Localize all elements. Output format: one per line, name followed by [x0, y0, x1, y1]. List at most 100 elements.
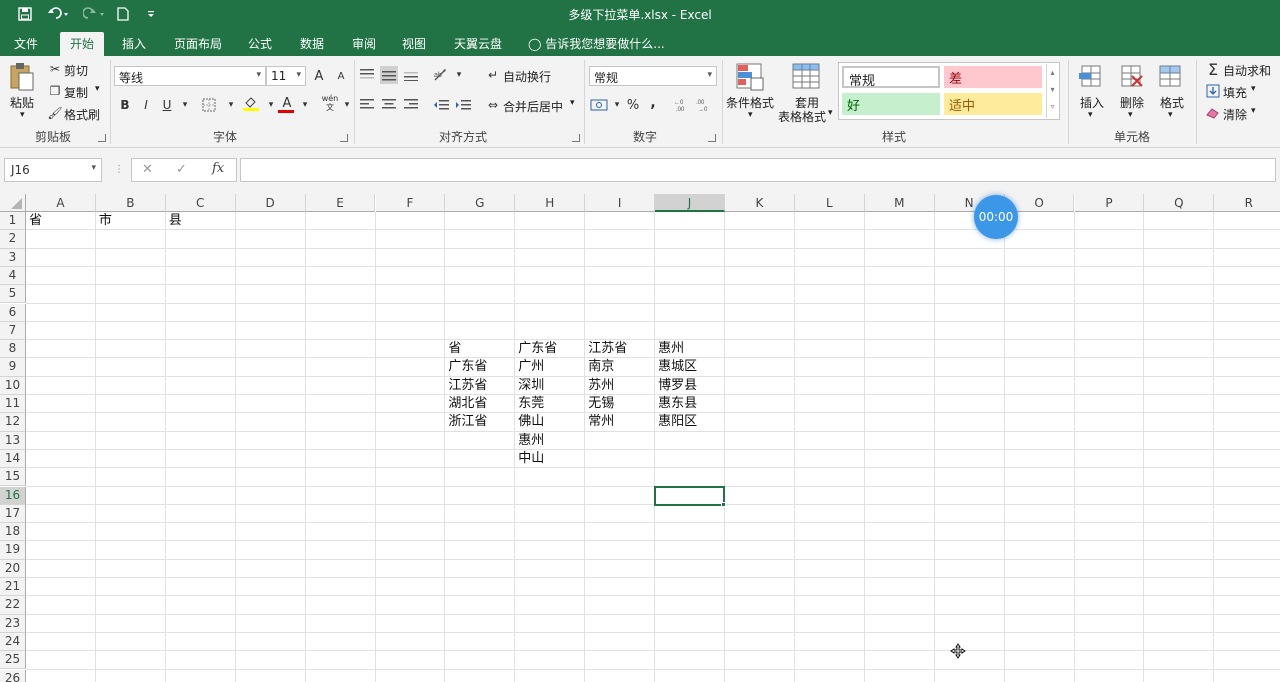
- orientation-dropdown-icon[interactable]: ▾: [450, 66, 468, 84]
- cell-h11[interactable]: 东莞: [515, 395, 585, 413]
- autosum-button[interactable]: 自动求和: [1223, 62, 1271, 79]
- tab-tianyi-cloud[interactable]: 天翼云盘: [444, 32, 512, 56]
- autosum-icon[interactable]: Σ: [1204, 60, 1222, 79]
- row-header-9[interactable]: 9: [0, 358, 26, 377]
- underline-button[interactable]: U: [158, 96, 176, 114]
- align-bottom-icon[interactable]: [402, 66, 420, 84]
- row-header-26[interactable]: 26: [0, 669, 26, 682]
- copy-dropdown-icon[interactable]: ▾: [95, 84, 100, 94]
- row-header-13[interactable]: 13: [0, 431, 26, 450]
- format-as-table-line2[interactable]: 表格格式: [778, 108, 826, 125]
- tab-view[interactable]: 视图: [392, 32, 436, 56]
- cell-g10[interactable]: 江苏省: [445, 377, 515, 395]
- format-dropdown-icon[interactable]: ▾: [1168, 110, 1173, 120]
- eraser-icon[interactable]: [1204, 104, 1222, 122]
- increase-decimal-icon[interactable]: ←0.00: [674, 96, 692, 114]
- tab-data[interactable]: 数据: [290, 32, 334, 56]
- recording-timer[interactable]: 00:00: [974, 195, 1018, 239]
- delete-cells-icon[interactable]: [1118, 62, 1146, 92]
- cell-h12[interactable]: 佛山: [515, 413, 585, 431]
- row-header-17[interactable]: 17: [0, 504, 26, 524]
- cut-button[interactable]: 剪切: [64, 62, 88, 79]
- fill-button[interactable]: 填充: [1223, 84, 1247, 101]
- row-header-16[interactable]: 16: [0, 486, 26, 505]
- row-header-22[interactable]: 22: [0, 596, 26, 615]
- column-header-c[interactable]: C: [165, 194, 236, 212]
- cell-j10[interactable]: 博罗县: [655, 377, 725, 395]
- font-launcher-icon[interactable]: [340, 134, 348, 142]
- align-middle-icon[interactable]: [380, 66, 398, 84]
- decrease-indent-icon[interactable]: [432, 96, 450, 114]
- cell-g8[interactable]: 省: [445, 340, 515, 358]
- cell-j12[interactable]: 惠阳区: [655, 413, 725, 431]
- shrink-font-icon[interactable]: A: [332, 67, 350, 85]
- font-color-dropdown-icon[interactable]: ▾: [296, 96, 314, 114]
- row-header-23[interactable]: 23: [0, 614, 26, 633]
- column-header-b[interactable]: B: [95, 194, 166, 212]
- insert-cells-button[interactable]: 插入: [1080, 94, 1104, 111]
- cell-h8[interactable]: 广东省: [515, 340, 585, 358]
- percent-button[interactable]: %: [624, 96, 642, 114]
- tab-home[interactable]: 开始: [60, 32, 105, 56]
- align-center-icon[interactable]: [380, 96, 398, 114]
- align-left-icon[interactable]: [358, 96, 376, 114]
- column-header-e[interactable]: E: [305, 194, 376, 212]
- row-header-2[interactable]: 2: [0, 230, 26, 249]
- cell-i12[interactable]: 常州: [585, 413, 655, 431]
- font-size-select[interactable]: 11 ▾: [266, 66, 306, 86]
- cell-h13[interactable]: 惠州: [515, 432, 585, 450]
- align-top-icon[interactable]: [358, 66, 376, 84]
- cell-i11[interactable]: 无锡: [585, 395, 655, 413]
- cell-i8[interactable]: 江苏省: [585, 340, 655, 358]
- italic-button[interactable]: I: [137, 96, 155, 114]
- conditional-format-dropdown-icon[interactable]: ▾: [748, 110, 753, 120]
- row-header-25[interactable]: 25: [0, 651, 26, 670]
- delete-dropdown-icon[interactable]: ▾: [1128, 110, 1133, 120]
- grow-font-icon[interactable]: A: [310, 67, 328, 85]
- fill-handle[interactable]: [721, 501, 726, 507]
- cell-g9[interactable]: 广东省: [445, 358, 515, 376]
- row-header-4[interactable]: 4: [0, 266, 26, 286]
- row-header-3[interactable]: 3: [0, 248, 26, 267]
- row-header-10[interactable]: 10: [0, 376, 26, 395]
- style-bad[interactable]: 差: [944, 66, 1042, 88]
- formula-input[interactable]: [240, 158, 1276, 182]
- font-name-select[interactable]: 等线 ▾: [114, 66, 266, 86]
- merge-center-icon[interactable]: ⇔: [484, 96, 502, 114]
- cell-j9[interactable]: 惠城区: [655, 358, 725, 376]
- number-launcher-icon[interactable]: [708, 134, 716, 142]
- cell-g11[interactable]: 湖北省: [445, 395, 515, 413]
- format-as-table-icon[interactable]: [792, 62, 822, 92]
- row-header-11[interactable]: 11: [0, 395, 26, 414]
- cell-h10[interactable]: 深圳: [515, 377, 585, 395]
- cancel-icon[interactable]: ✕: [142, 162, 153, 177]
- column-header-m[interactable]: M: [864, 194, 935, 212]
- worksheet-grid[interactable]: ABCDEFGHIJKLMNOPQR 1 2 3 4 5 6 7 8 9 10 11 12 13 14 15…: [0, 194, 1280, 682]
- copy-button[interactable]: 复制: [64, 84, 88, 101]
- currency-icon[interactable]: [590, 96, 608, 114]
- paste-dropdown-icon[interactable]: ▾: [20, 110, 25, 120]
- merge-dropdown-icon[interactable]: ▾: [570, 98, 575, 108]
- tab-formulas[interactable]: 公式: [238, 32, 282, 56]
- insert-dropdown-icon[interactable]: ▾: [1088, 110, 1093, 120]
- cell-i10[interactable]: 苏州: [585, 377, 655, 395]
- alignment-launcher-icon[interactable]: [572, 134, 580, 142]
- style-neutral[interactable]: 适中: [944, 93, 1042, 115]
- row-header-18[interactable]: 18: [0, 523, 26, 542]
- format-cells-button[interactable]: 格式: [1160, 94, 1184, 111]
- paste-icon[interactable]: [8, 62, 36, 92]
- cell-a1[interactable]: 省: [26, 212, 96, 230]
- conditional-format-button[interactable]: 条件格式: [726, 94, 774, 111]
- insert-function-icon[interactable]: fx: [212, 161, 224, 176]
- border-dropdown-icon[interactable]: ▾: [222, 96, 240, 114]
- row-header-1[interactable]: 1: [0, 212, 26, 231]
- orientation-icon[interactable]: ab: [432, 66, 450, 84]
- underline-dropdown-icon[interactable]: ▾: [176, 96, 194, 114]
- column-header-l[interactable]: L: [794, 194, 865, 212]
- fill-down-icon[interactable]: [1204, 82, 1222, 100]
- comma-style-button[interactable]: ,: [644, 94, 662, 112]
- column-header-r[interactable]: R: [1214, 194, 1280, 212]
- enter-icon[interactable]: ✓: [176, 162, 187, 177]
- tab-review[interactable]: 审阅: [342, 32, 386, 56]
- format-as-table-dropdown-icon[interactable]: ▾: [828, 108, 833, 118]
